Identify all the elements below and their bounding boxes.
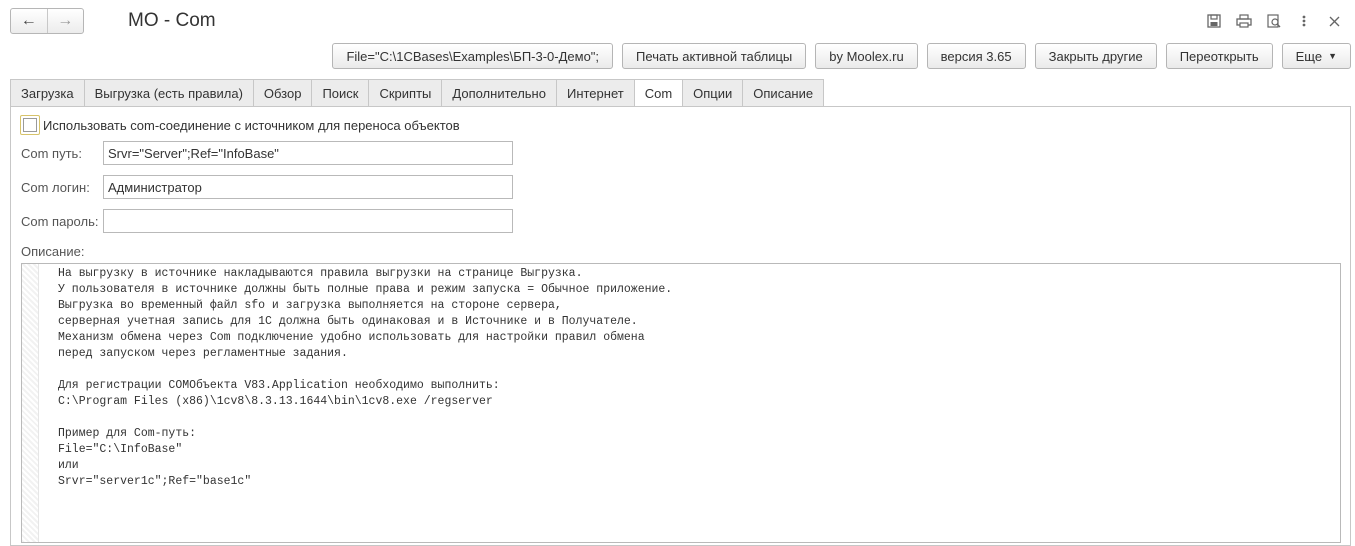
tab-internet[interactable]: Интернет: [556, 79, 635, 107]
description-textarea[interactable]: На выгрузку в источнике накладываются пр…: [21, 263, 1341, 543]
forward-button[interactable]: →: [46, 9, 84, 33]
close-icon[interactable]: [1325, 12, 1343, 30]
com-password-label: Com пароль:: [21, 214, 99, 229]
use-com-row: Использовать com-соединение с источником…: [20, 115, 460, 135]
tab-label: Интернет: [566, 85, 624, 101]
close-others-label: Закрыть другие: [1048, 48, 1143, 64]
tab-label: Com: [644, 85, 673, 101]
tab-com[interactable]: Com: [634, 79, 684, 107]
tab-search[interactable]: Поиск: [312, 79, 370, 107]
infobase-path-label: File="C:\1CBases\Examples\БП-3-0-Демо";: [346, 48, 600, 64]
version-label: версия 3.65: [940, 48, 1012, 64]
reopen-label: Переоткрыть: [1179, 48, 1259, 64]
use-com-label: Использовать com-соединение с источником…: [43, 117, 460, 133]
print-active-table-button[interactable]: Печать активной таблицы: [622, 43, 807, 69]
print-active-table-label: Печать активной таблицы: [636, 48, 793, 64]
chevron-down-icon: ▼: [1328, 51, 1337, 61]
more-button[interactable]: Еще ▼: [1281, 43, 1351, 69]
arrow-left-icon: ←: [20, 12, 37, 29]
description-text: На выгрузку в источнике накладываются пр…: [58, 267, 673, 488]
tab-label: Описание: [753, 85, 814, 101]
reopen-button[interactable]: Переоткрыть: [1165, 43, 1273, 69]
tab-label: Загрузка: [21, 85, 74, 101]
tab-label: Обзор: [263, 85, 302, 101]
preview-icon[interactable]: [1265, 12, 1283, 30]
com-password-input[interactable]: [103, 209, 513, 233]
more-icon[interactable]: [1295, 12, 1313, 30]
tab-description[interactable]: Описание: [743, 79, 825, 107]
tab-additional[interactable]: Дополнительно: [442, 79, 557, 107]
window-actions: [1205, 12, 1343, 30]
tab-scripts[interactable]: Скрипты: [369, 79, 443, 107]
com-path-label: Com путь:: [21, 146, 82, 161]
version-button[interactable]: версия 3.65: [926, 43, 1026, 69]
moolex-link-label: by Moolex.ru: [829, 48, 904, 64]
more-label: Еще: [1295, 48, 1323, 64]
arrow-right-icon: →: [57, 12, 74, 29]
navigation-arrows: ← →: [10, 8, 84, 34]
tab-label: Опции: [693, 85, 733, 101]
tab-label: Выгрузка (есть правила): [94, 85, 243, 101]
com-login-label: Com логин:: [21, 180, 90, 195]
close-others-button[interactable]: Закрыть другие: [1034, 43, 1157, 69]
tab-bar: Загрузка Выгрузка (есть правила) Обзор П…: [10, 79, 825, 107]
tab-options[interactable]: Опции: [683, 79, 744, 107]
tab-overview[interactable]: Обзор: [253, 79, 313, 107]
tab-label: Поиск: [322, 85, 359, 101]
use-com-checkbox[interactable]: [20, 115, 40, 135]
print-icon[interactable]: [1235, 12, 1253, 30]
tab-label: Дополнительно: [452, 85, 546, 101]
description-label: Описание:: [21, 244, 85, 259]
moolex-link-button[interactable]: by Moolex.ru: [815, 43, 918, 69]
save-icon[interactable]: [1205, 12, 1223, 30]
toolbar: File="C:\1CBases\Examples\БП-3-0-Демо"; …: [332, 43, 1351, 69]
textarea-gutter: [22, 264, 39, 542]
back-button[interactable]: ←: [11, 9, 47, 33]
com-path-input[interactable]: [103, 141, 513, 165]
tab-label: Скрипты: [379, 85, 432, 101]
tab-load[interactable]: Загрузка: [10, 79, 85, 107]
com-login-input[interactable]: [103, 175, 513, 199]
tab-export[interactable]: Выгрузка (есть правила): [84, 79, 254, 107]
checkbox-box: [23, 118, 37, 132]
window-title: МО - Com: [128, 10, 216, 31]
infobase-path-button[interactable]: File="C:\1CBases\Examples\БП-3-0-Демо";: [332, 43, 614, 69]
